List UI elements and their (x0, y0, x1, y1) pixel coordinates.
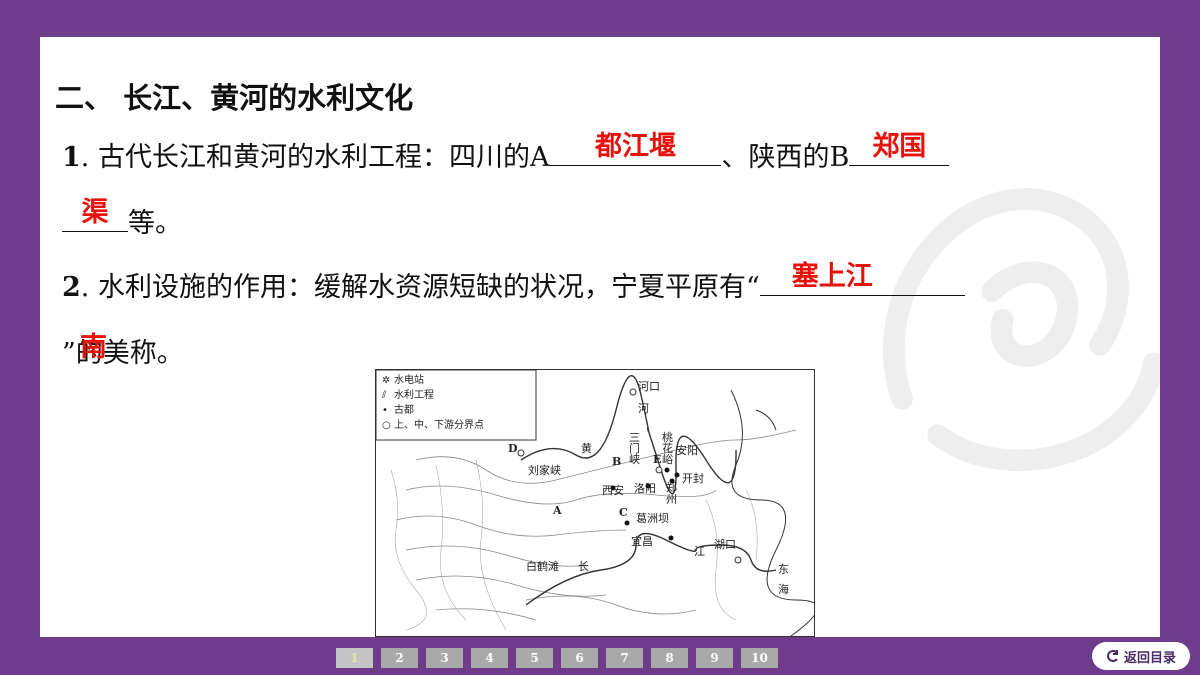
answer-2-wrap: ”的美称。南 (62, 331, 184, 370)
question-1-text-b: 、陕西的B (721, 142, 850, 173)
legend-water-project: ⫽ 水利工程 (382, 388, 484, 403)
label-gezhouba: 葛洲坝 (636, 512, 669, 525)
back-to-contents-button[interactable]: 返回目录 (1092, 642, 1190, 670)
label-E: E (653, 453, 662, 466)
section-title: 二、 长江、黄河的水利文化 (55, 81, 414, 115)
question-1-text-a: . 古代长江和黄河的水利工程：四川的A (80, 142, 550, 173)
return-arrow-icon (1107, 650, 1118, 662)
question-2-number: 2 (62, 272, 81, 303)
label-anyang: 安阳 (676, 444, 698, 457)
label-sanmenxia: 三门峡 (629, 431, 640, 466)
answer-blank-2-part1: 塞上江 (759, 261, 965, 296)
question-1-text-c: 等。 (128, 208, 182, 239)
page-button-6[interactable]: 6 (561, 648, 598, 668)
back-to-contents-label: 返回目录 (1123, 650, 1176, 666)
question-1-number: 1 (62, 142, 81, 173)
label-taohuayu: 桃花峪 (662, 431, 673, 466)
label-luoyang: 洛阳 (634, 482, 656, 495)
label-C: C (619, 506, 628, 519)
page-button-8[interactable]: 8 (651, 648, 688, 668)
label-A: A (553, 504, 562, 517)
page-button-9[interactable]: 9 (696, 648, 733, 668)
boundary-point-icon: ○ (382, 420, 391, 431)
page-button-5[interactable]: 5 (516, 648, 553, 668)
slide-content: 二、 长江、黄河的水利文化 1. 古代长江和黄河的水利工程：四川的A 都江堰 、陕西… (40, 37, 1160, 637)
answer-blank-b-part1: 郑国 (849, 131, 950, 166)
question-2-line-2: ”的美称。南 (62, 331, 184, 370)
answer-2-part2: 南 (80, 332, 107, 363)
question-2-text-a: . 水利设施的作用：缓解水资源短缺的状况，宁夏平原有“ (80, 272, 760, 303)
label-jiang: 江 (694, 545, 705, 558)
legend-ancient-capital: • 古都 (382, 403, 484, 418)
water-project-icon: ⫽ (382, 390, 387, 401)
label-B: B (612, 455, 622, 468)
label-xian: 西安 (602, 484, 624, 497)
map-legend: ✲ 水电站 ⫽ 水利工程 • 古都 ○ 上、中、下游分界点 (382, 373, 484, 433)
question-2-line-1: 2. 水利设施的作用：缓解水资源短缺的状况，宁夏平原有“ 塞上江 (62, 261, 965, 304)
question-1-line-2: 渠等。 (62, 197, 182, 240)
label-zhengzhou: 郑州 (666, 481, 677, 506)
page-button-2[interactable]: 2 (381, 648, 418, 668)
label-he: 河 (638, 402, 649, 415)
label-huang: 黄 (581, 442, 592, 455)
answer-blank-b-part2: 渠 (62, 197, 128, 232)
answer-b-part2: 渠 (81, 197, 109, 228)
answer-blank-a: 都江堰 (549, 131, 722, 166)
watermark-logo-icon (883, 188, 1160, 472)
yellow-yangtze-map: ✲ 水电站 ⫽ 水利工程 • 古都 ○ 上、中、下游分界点 河口 河 黄 刘家峡 三门峡… (375, 369, 815, 637)
page-button-1[interactable]: 1 (336, 648, 373, 668)
label-baihetan: 白鹤滩 (526, 560, 559, 573)
answer-a: 都江堰 (594, 131, 676, 162)
label-hukou: 湖口 (714, 538, 736, 551)
legend-boundary-point-label: 上、中、下游分界点 (394, 420, 484, 431)
label-chang: 长 (578, 560, 589, 573)
page-button-4[interactable]: 4 (471, 648, 508, 668)
legend-ancient-capital-label: 古都 (394, 405, 414, 416)
label-D: D (508, 442, 518, 455)
legend-water-project-label: 水利工程 (394, 390, 434, 401)
label-donghai: 东海 (778, 563, 789, 596)
page-navigation: 1 2 3 4 5 6 7 8 9 10 (336, 648, 778, 668)
page-button-7[interactable]: 7 (606, 648, 643, 668)
legend-boundary-point: ○ 上、中、下游分界点 (382, 418, 484, 433)
question-1-line-1: 1. 古代长江和黄河的水利工程：四川的A 都江堰 、陕西的B 郑国 (62, 131, 950, 174)
answer-b-part1: 郑国 (872, 131, 927, 162)
legend-hydropower: ✲ 水电站 (382, 373, 484, 388)
ancient-capital-icon: • (382, 405, 388, 416)
page-button-10[interactable]: 10 (741, 648, 778, 668)
page-button-3[interactable]: 3 (426, 648, 463, 668)
legend-hydropower-label: 水电站 (394, 375, 424, 386)
answer-2-part1: 塞上江 (791, 261, 873, 292)
label-liujiaxia: 刘家峡 (528, 464, 561, 477)
hydropower-icon: ✲ (382, 375, 391, 386)
label-yichang: 宜昌 (631, 535, 653, 548)
label-kaifeng: 开封 (682, 472, 704, 485)
label-hekou: 河口 (638, 380, 660, 393)
